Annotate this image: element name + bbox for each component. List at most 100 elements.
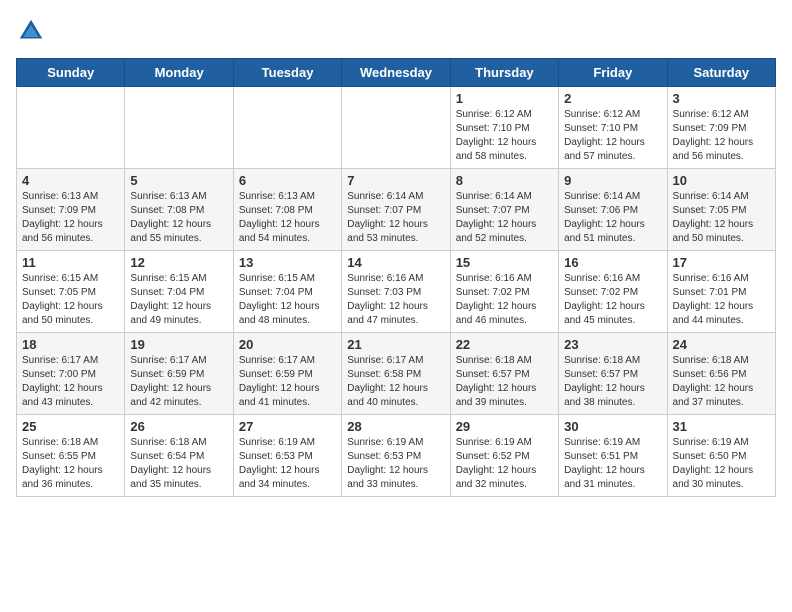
calendar-cell: 22 Sunrise: 6:18 AM Sunset: 6:57 PM Dayli… (450, 333, 558, 415)
day-number: 10 (673, 173, 770, 188)
logo (16, 16, 50, 46)
day-info: Sunrise: 6:12 AM Sunset: 7:09 PM Dayligh… (673, 108, 770, 164)
day-info: Sunrise: 6:14 AM Sunset: 7:07 PM Dayligh… (456, 190, 553, 246)
day-info: Sunrise: 6:14 AM Sunset: 7:06 PM Dayligh… (564, 190, 661, 246)
calendar-week-0: 1 Sunrise: 6:12 AM Sunset: 7:10 PM Daylig… (17, 87, 776, 169)
day-info: Sunrise: 6:18 AM Sunset: 6:56 PM Dayligh… (673, 354, 770, 410)
day-number: 17 (673, 255, 770, 270)
day-info: Sunrise: 6:17 AM Sunset: 7:00 PM Dayligh… (22, 354, 119, 410)
day-info: Sunrise: 6:19 AM Sunset: 6:52 PM Dayligh… (456, 436, 553, 492)
day-info: Sunrise: 6:12 AM Sunset: 7:10 PM Dayligh… (564, 108, 661, 164)
day-number: 18 (22, 337, 119, 352)
day-number: 12 (130, 255, 227, 270)
day-number: 5 (130, 173, 227, 188)
calendar-cell: 25 Sunrise: 6:18 AM Sunset: 6:55 PM Dayli… (17, 415, 125, 497)
calendar-cell: 26 Sunrise: 6:18 AM Sunset: 6:54 PM Dayli… (125, 415, 233, 497)
day-number: 31 (673, 419, 770, 434)
calendar-cell: 10 Sunrise: 6:14 AM Sunset: 7:05 PM Dayli… (667, 169, 775, 251)
calendar-week-3: 18 Sunrise: 6:17 AM Sunset: 7:00 PM Dayli… (17, 333, 776, 415)
calendar-week-2: 11 Sunrise: 6:15 AM Sunset: 7:05 PM Dayli… (17, 251, 776, 333)
calendar-cell: 7 Sunrise: 6:14 AM Sunset: 7:07 PM Daylig… (342, 169, 450, 251)
calendar-cell: 15 Sunrise: 6:16 AM Sunset: 7:02 PM Dayli… (450, 251, 558, 333)
day-info: Sunrise: 6:12 AM Sunset: 7:10 PM Dayligh… (456, 108, 553, 164)
day-header-tuesday: Tuesday (233, 59, 341, 87)
day-number: 22 (456, 337, 553, 352)
day-number: 6 (239, 173, 336, 188)
day-info: Sunrise: 6:18 AM Sunset: 6:54 PM Dayligh… (130, 436, 227, 492)
day-info: Sunrise: 6:14 AM Sunset: 7:05 PM Dayligh… (673, 190, 770, 246)
day-info: Sunrise: 6:17 AM Sunset: 6:59 PM Dayligh… (130, 354, 227, 410)
day-info: Sunrise: 6:16 AM Sunset: 7:01 PM Dayligh… (673, 272, 770, 328)
day-number: 24 (673, 337, 770, 352)
calendar-table: SundayMondayTuesdayWednesdayThursdayFrid… (16, 58, 776, 497)
day-number: 28 (347, 419, 444, 434)
calendar-cell: 14 Sunrise: 6:16 AM Sunset: 7:03 PM Dayli… (342, 251, 450, 333)
calendar-header-row: SundayMondayTuesdayWednesdayThursdayFrid… (17, 59, 776, 87)
day-number: 25 (22, 419, 119, 434)
calendar-week-4: 25 Sunrise: 6:18 AM Sunset: 6:55 PM Dayli… (17, 415, 776, 497)
day-number: 7 (347, 173, 444, 188)
calendar-cell: 12 Sunrise: 6:15 AM Sunset: 7:04 PM Dayli… (125, 251, 233, 333)
calendar-cell: 21Sunrise: 6:17 AM Sunset: 6:58 PM Dayli… (342, 333, 450, 415)
day-header-wednesday: Wednesday (342, 59, 450, 87)
day-number: 27 (239, 419, 336, 434)
day-number: 15 (456, 255, 553, 270)
day-header-friday: Friday (559, 59, 667, 87)
calendar-cell: 30Sunrise: 6:19 AM Sunset: 6:51 PM Dayli… (559, 415, 667, 497)
calendar-cell: 27 Sunrise: 6:19 AM Sunset: 6:53 PM Dayli… (233, 415, 341, 497)
calendar-week-1: 4 Sunrise: 6:13 AM Sunset: 7:09 PM Daylig… (17, 169, 776, 251)
day-header-monday: Monday (125, 59, 233, 87)
calendar-cell: 5 Sunrise: 6:13 AM Sunset: 7:08 PM Daylig… (125, 169, 233, 251)
calendar-cell: 6Sunrise: 6:13 AM Sunset: 7:08 PM Daylig… (233, 169, 341, 251)
calendar-cell (17, 87, 125, 169)
calendar-cell: 29 Sunrise: 6:19 AM Sunset: 6:52 PM Dayli… (450, 415, 558, 497)
calendar-cell: 23Sunrise: 6:18 AM Sunset: 6:57 PM Dayli… (559, 333, 667, 415)
day-info: Sunrise: 6:16 AM Sunset: 7:02 PM Dayligh… (456, 272, 553, 328)
day-number: 8 (456, 173, 553, 188)
day-info: Sunrise: 6:16 AM Sunset: 7:03 PM Dayligh… (347, 272, 444, 328)
day-header-thursday: Thursday (450, 59, 558, 87)
day-info: Sunrise: 6:19 AM Sunset: 6:53 PM Dayligh… (347, 436, 444, 492)
calendar-cell: 8 Sunrise: 6:14 AM Sunset: 7:07 PM Daylig… (450, 169, 558, 251)
day-info: Sunrise: 6:15 AM Sunset: 7:04 PM Dayligh… (239, 272, 336, 328)
day-number: 20 (239, 337, 336, 352)
day-number: 2 (564, 91, 661, 106)
day-number: 19 (130, 337, 227, 352)
day-number: 30 (564, 419, 661, 434)
calendar-cell: 1 Sunrise: 6:12 AM Sunset: 7:10 PM Daylig… (450, 87, 558, 169)
calendar-cell: 4 Sunrise: 6:13 AM Sunset: 7:09 PM Daylig… (17, 169, 125, 251)
day-number: 11 (22, 255, 119, 270)
day-number: 26 (130, 419, 227, 434)
day-number: 14 (347, 255, 444, 270)
day-number: 1 (456, 91, 553, 106)
calendar-cell: 2 Sunrise: 6:12 AM Sunset: 7:10 PM Daylig… (559, 87, 667, 169)
day-number: 16 (564, 255, 661, 270)
day-info: Sunrise: 6:13 AM Sunset: 7:08 PM Dayligh… (130, 190, 227, 246)
day-info: Sunrise: 6:13 AM Sunset: 7:09 PM Dayligh… (22, 190, 119, 246)
day-header-sunday: Sunday (17, 59, 125, 87)
calendar-cell: 19 Sunrise: 6:17 AM Sunset: 6:59 PM Dayli… (125, 333, 233, 415)
calendar-cell (125, 87, 233, 169)
day-number: 29 (456, 419, 553, 434)
day-number: 4 (22, 173, 119, 188)
day-info: Sunrise: 6:17 AM Sunset: 6:59 PM Dayligh… (239, 354, 336, 410)
day-info: Sunrise: 6:18 AM Sunset: 6:57 PM Dayligh… (456, 354, 553, 410)
day-info: Sunrise: 6:14 AM Sunset: 7:07 PM Dayligh… (347, 190, 444, 246)
day-info: Sunrise: 6:16 AM Sunset: 7:02 PM Dayligh… (564, 272, 661, 328)
day-number: 9 (564, 173, 661, 188)
calendar-cell: 24 Sunrise: 6:18 AM Sunset: 6:56 PM Dayli… (667, 333, 775, 415)
calendar-cell: 16 Sunrise: 6:16 AM Sunset: 7:02 PM Dayli… (559, 251, 667, 333)
calendar-cell: 31Sunrise: 6:19 AM Sunset: 6:50 PM Dayli… (667, 415, 775, 497)
calendar-cell: 13 Sunrise: 6:15 AM Sunset: 7:04 PM Dayli… (233, 251, 341, 333)
calendar-cell: 9 Sunrise: 6:14 AM Sunset: 7:06 PM Daylig… (559, 169, 667, 251)
day-info: Sunrise: 6:19 AM Sunset: 6:53 PM Dayligh… (239, 436, 336, 492)
day-header-saturday: Saturday (667, 59, 775, 87)
day-info: Sunrise: 6:18 AM Sunset: 6:55 PM Dayligh… (22, 436, 119, 492)
calendar-cell: 17 Sunrise: 6:16 AM Sunset: 7:01 PM Dayli… (667, 251, 775, 333)
calendar-cell: 28 Sunrise: 6:19 AM Sunset: 6:53 PM Dayli… (342, 415, 450, 497)
day-info: Sunrise: 6:15 AM Sunset: 7:05 PM Dayligh… (22, 272, 119, 328)
day-number: 13 (239, 255, 336, 270)
day-info: Sunrise: 6:15 AM Sunset: 7:04 PM Dayligh… (130, 272, 227, 328)
day-info: Sunrise: 6:18 AM Sunset: 6:57 PM Dayligh… (564, 354, 661, 410)
calendar-cell: 11 Sunrise: 6:15 AM Sunset: 7:05 PM Dayli… (17, 251, 125, 333)
